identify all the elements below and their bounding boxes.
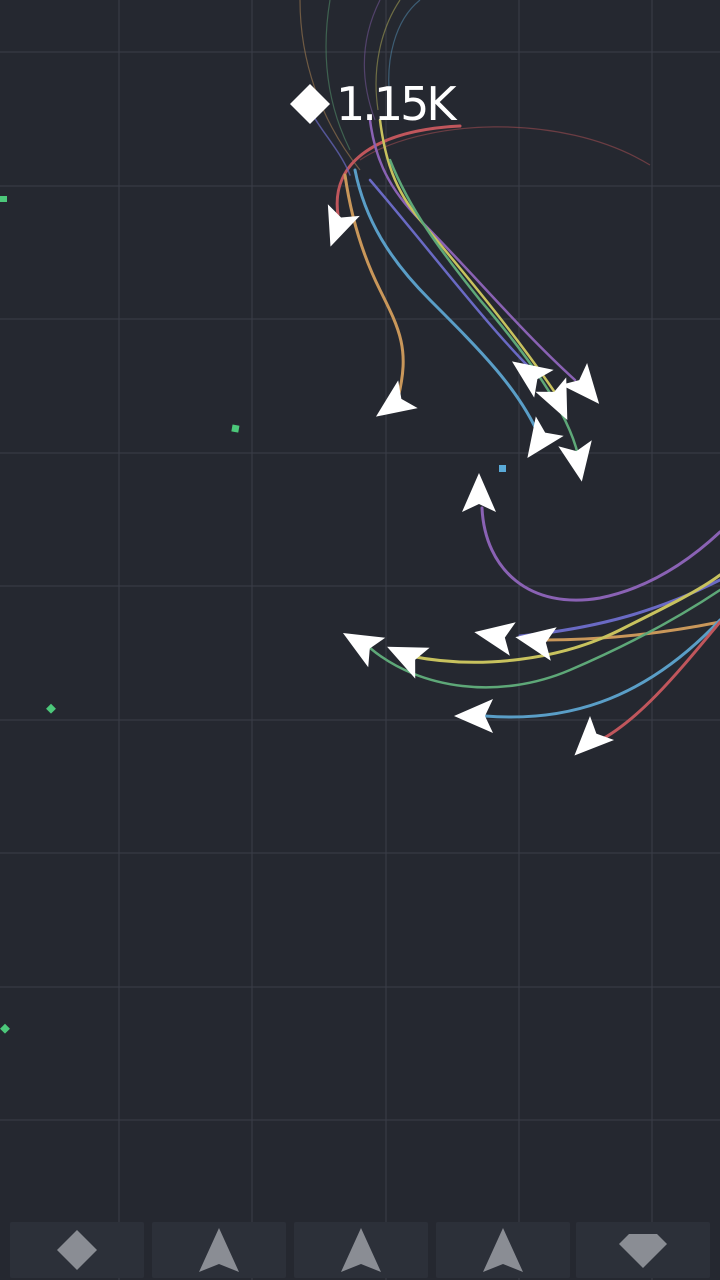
ship-trails-lower	[368, 506, 720, 744]
arrow-ship	[558, 440, 599, 485]
pickup-gem	[0, 196, 7, 202]
toolbar-slot-gem[interactable]	[576, 1222, 710, 1278]
arrow-ship-icon	[199, 1228, 239, 1272]
diamond-icon	[57, 1230, 97, 1270]
arrow-ship	[561, 363, 613, 415]
pickup-gem	[231, 424, 240, 433]
currency-value: 1.15K	[336, 77, 457, 131]
gem-icon	[619, 1234, 667, 1268]
ships	[314, 204, 615, 768]
toolbar-slot-arrow-2[interactable]	[294, 1222, 428, 1278]
toolbar-slot-arrow-3[interactable]	[436, 1222, 570, 1278]
pickup-gem	[499, 465, 506, 472]
pickup-gem	[46, 703, 56, 714]
currency-counter: 1.15K	[288, 77, 457, 131]
playfield[interactable]	[0, 0, 720, 1280]
arrow-ship	[334, 618, 386, 668]
arrow-ship-icon	[341, 1228, 381, 1272]
arrow-ship	[366, 380, 418, 431]
arrow-ship	[513, 416, 564, 468]
arrow-ship-icon	[483, 1228, 523, 1272]
arrow-ship	[462, 473, 496, 512]
toolbar-slot-arrow-1[interactable]	[152, 1222, 286, 1278]
toolbar-slot-diamond[interactable]	[10, 1222, 144, 1278]
pickups	[0, 196, 506, 1034]
ship-trails-upper	[309, 109, 580, 457]
pickup-gem	[0, 1023, 10, 1034]
arrow-ship	[562, 715, 615, 768]
diamond-gem-icon	[290, 84, 330, 124]
arrow-ship	[471, 615, 516, 656]
bottom-toolbar	[0, 1220, 720, 1280]
